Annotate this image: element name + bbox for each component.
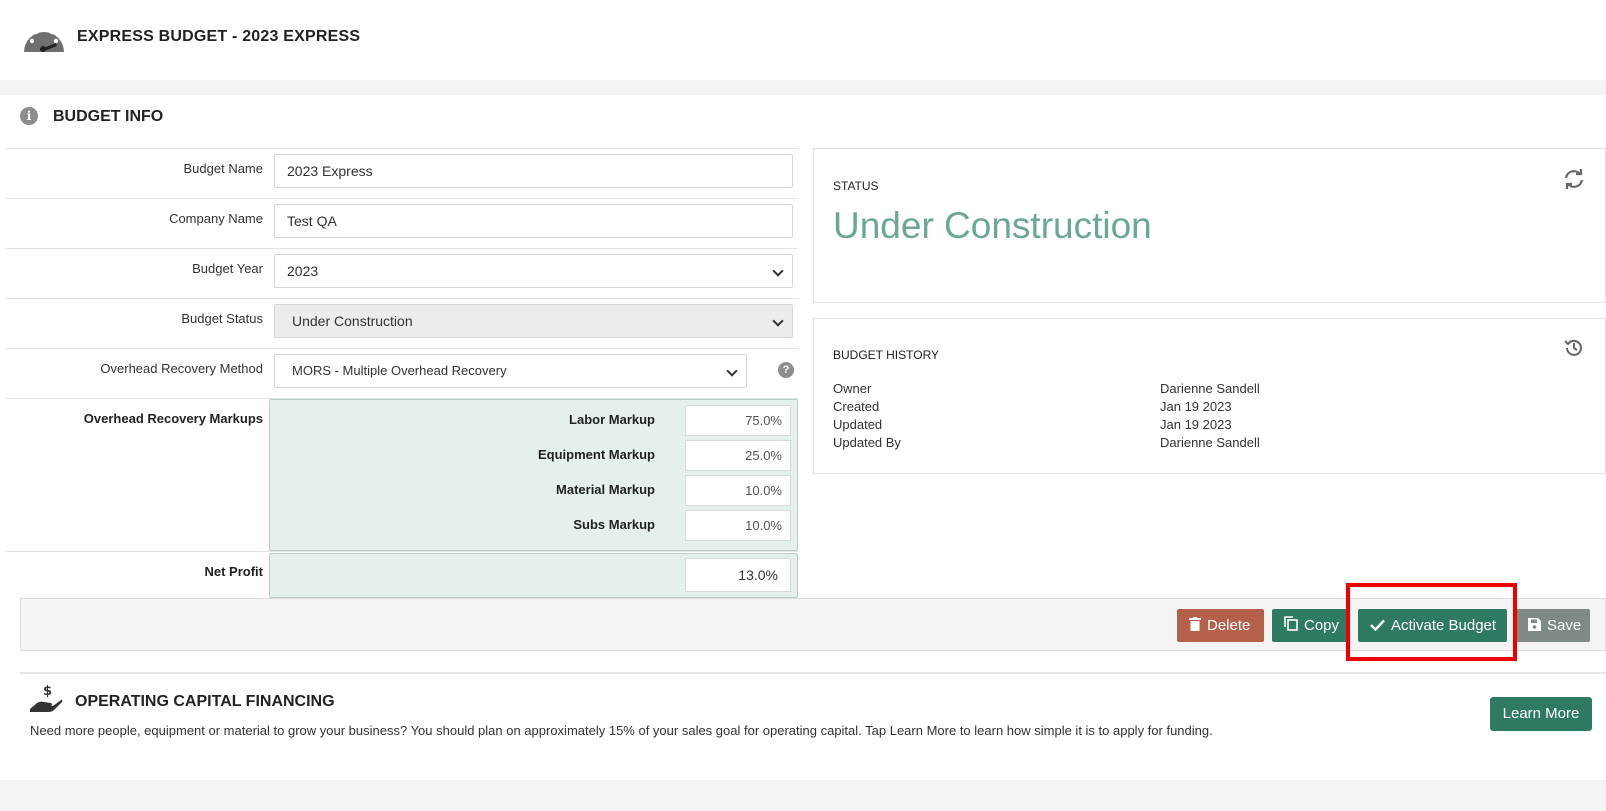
budget-year-select[interactable]: 2023: [274, 254, 793, 288]
learn-more-button[interactable]: Learn More: [1490, 697, 1592, 731]
budget-status-label: Budget Status: [181, 311, 263, 326]
equipment-markup-label: Equipment Markup: [537, 447, 655, 462]
copy-button-label: Copy: [1304, 617, 1340, 634]
overhead-method-label: Overhead Recovery Method: [100, 361, 263, 376]
history-owner-key: Owner: [833, 381, 872, 396]
company-name-label: Company Name: [169, 211, 263, 226]
markups-label: Overhead Recovery Markups: [83, 411, 263, 426]
copy-icon: [1284, 610, 1298, 643]
trash-icon: [1189, 610, 1201, 643]
material-markup-input[interactable]: 10.0%: [685, 475, 791, 506]
page-title: EXPRESS BUDGET - 2023 EXPRESS: [77, 28, 361, 45]
refresh-icon[interactable]: [1563, 168, 1585, 195]
history-created-key: Created: [833, 399, 880, 414]
status-value: Under Construction: [833, 205, 1152, 246]
save-button-label: Save: [1547, 617, 1582, 634]
company-name-input[interactable]: Test QA: [274, 204, 793, 238]
delete-button-label: Delete: [1207, 617, 1251, 634]
labor-markup-label: Labor Markup: [569, 412, 655, 427]
delete-button[interactable]: Delete: [1177, 609, 1264, 642]
history-updated-value: Jan 19 2023: [1160, 417, 1232, 432]
speedometer-icon: [22, 18, 66, 59]
help-icon[interactable]: ?: [778, 362, 794, 378]
history-updated-key: Updated: [833, 417, 883, 432]
subs-markup-label: Subs Markup: [573, 517, 655, 532]
history-created-value: Jan 19 2023: [1160, 399, 1232, 414]
financing-description: Need more people, equipment or material …: [30, 723, 1213, 738]
history-updated-by-key: Updated By: [833, 435, 901, 450]
floppy-disk-icon: [1528, 610, 1541, 643]
subs-markup-input[interactable]: 10.0%: [685, 510, 791, 541]
material-markup-label: Material Markup: [556, 482, 655, 497]
history-updated-by-value: Darienne Sandell: [1160, 435, 1260, 450]
status-label: STATUS: [833, 179, 879, 193]
history-icon[interactable]: [1563, 337, 1585, 364]
save-button[interactable]: Save: [1516, 609, 1590, 642]
history-owner-value: Darienne Sandell: [1160, 381, 1260, 396]
budget-history-label: BUDGET HISTORY: [833, 348, 940, 362]
copy-button[interactable]: Copy: [1272, 609, 1350, 642]
budget-year-label: Budget Year: [192, 261, 263, 276]
info-icon: i: [20, 107, 38, 125]
section-title: BUDGET INFO: [53, 108, 164, 125]
svg-text:$: $: [43, 684, 52, 699]
overhead-method-select[interactable]: MORS - Multiple Overhead Recovery: [274, 354, 747, 388]
financing-title: OPERATING CAPITAL FINANCING: [75, 693, 335, 710]
highlight-box: [1346, 583, 1517, 661]
labor-markup-input[interactable]: 75.0%: [685, 405, 791, 436]
equipment-markup-input[interactable]: 25.0%: [685, 440, 791, 471]
financing-divider: [20, 672, 1606, 674]
net-profit-label: Net Profit: [204, 564, 264, 579]
budget-name-label: Budget Name: [183, 161, 264, 176]
budget-status-select: Under Construction: [274, 304, 793, 338]
hand-money-icon: $: [29, 683, 63, 718]
budget-name-input[interactable]: 2023 Express: [274, 154, 793, 188]
net-profit-input[interactable]: 13.0%: [685, 558, 791, 592]
budget-history-card: [813, 318, 1606, 474]
